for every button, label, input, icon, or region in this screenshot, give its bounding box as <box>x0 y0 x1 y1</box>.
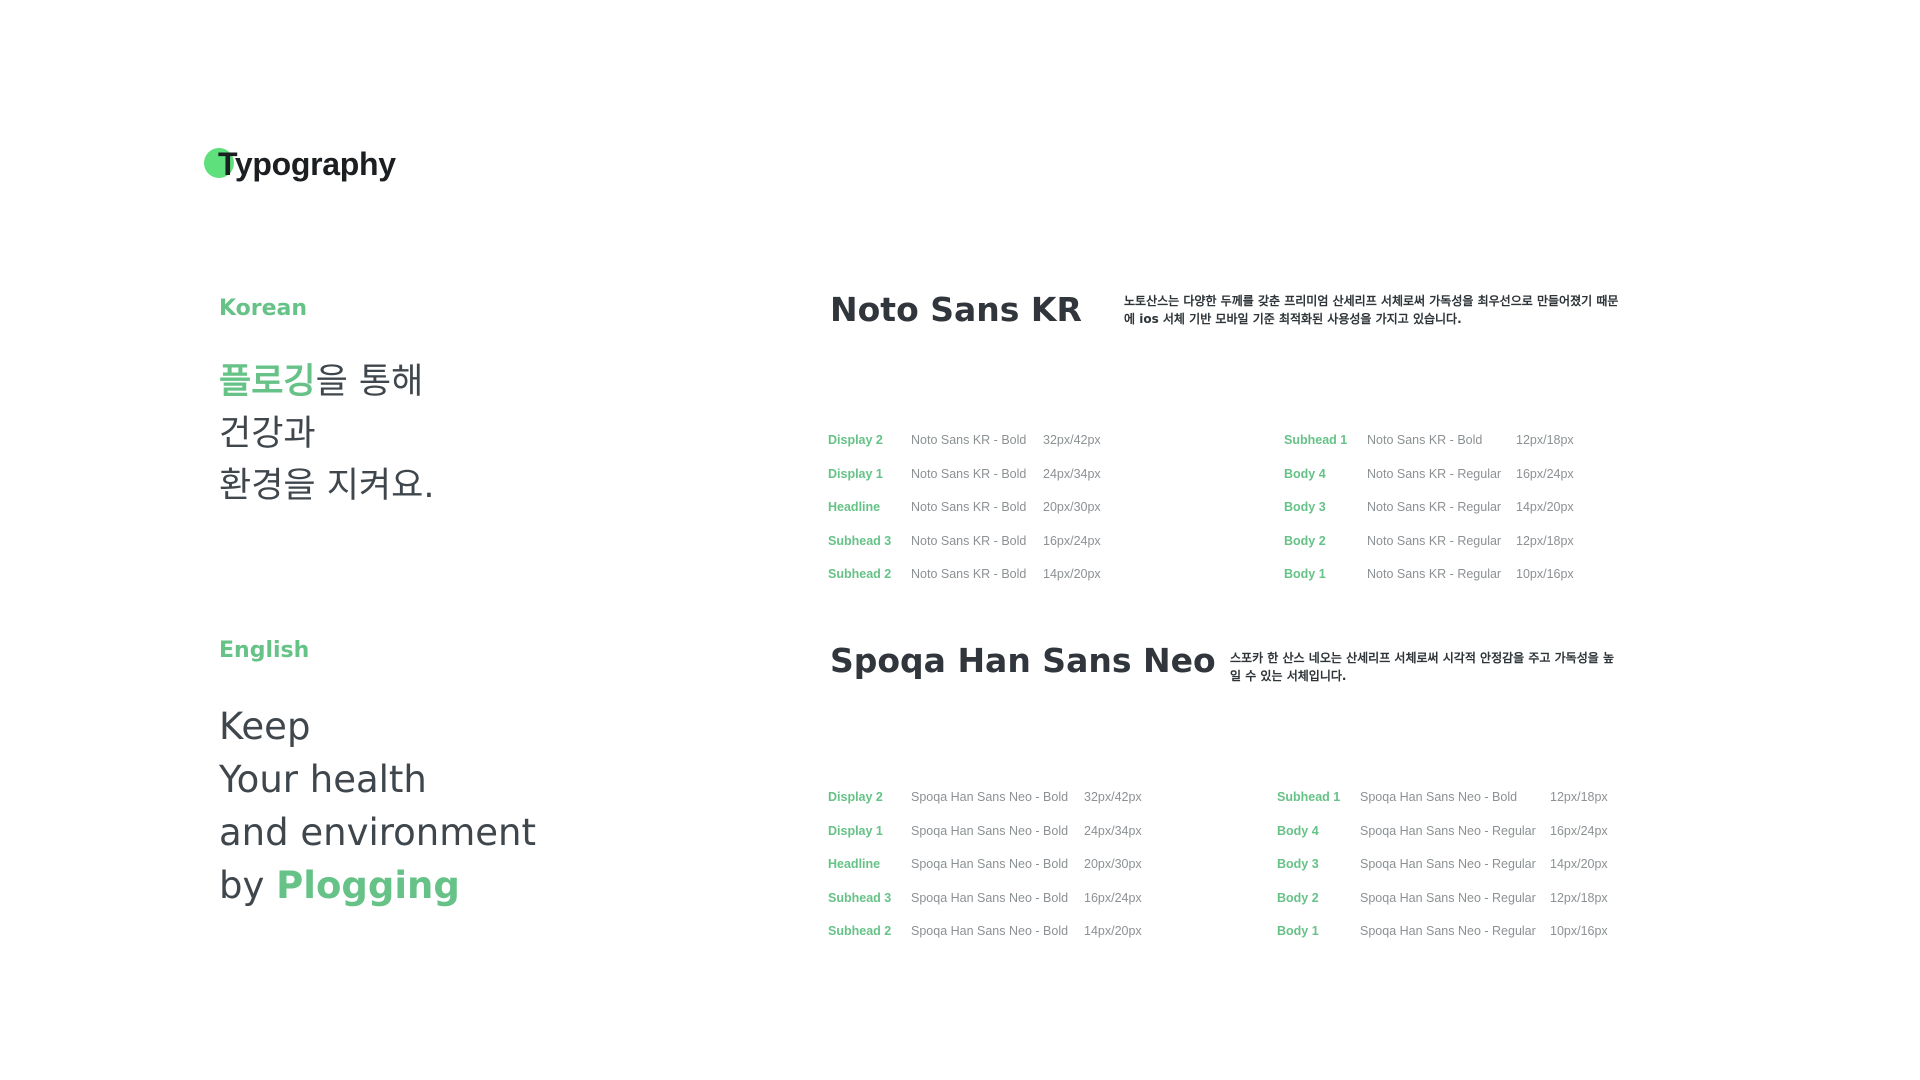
spoqa-description-line-2: 일 수 있는 서체입니다. <box>1230 669 1347 683</box>
korean-sample-text: 플로깅을 통해 건강과 환경을 지켜요. <box>219 356 434 512</box>
spec-size: 14px/20px <box>1550 857 1608 871</box>
korean-sample-line-1: 플로깅을 통해 <box>219 356 434 408</box>
spec-size: 16px/24px <box>1084 890 1142 905</box>
spoqa-spec-table-right: Subhead 1 Spoqa Han Sans Neo - Bold 12px/1… <box>1277 790 1637 950</box>
spoqa-spec-table-left: Display 2 Spoqa Han Sans Neo - Bold 32px/4… <box>828 790 1268 950</box>
spec-font-weight: Spoqa Han Sans Neo - Regular <box>1360 823 1536 838</box>
noto-description-line-2: 에 ios 서체 기반 모바일 기준 최적화된 사용성을 가지고 있습니다. <box>1124 312 1462 326</box>
noto-spec-table-left: Display 2 Noto Sans KR - Bold 32px/42px Dis… <box>828 433 1248 593</box>
spec-style-name: Body 1 <box>1277 924 1319 938</box>
korean-sample-line-2: 건강과 <box>219 414 316 454</box>
noto-spec-table-right: Subhead 1 Noto Sans KR - Bold 12px/18px Bod… <box>1284 433 1624 593</box>
spec-style-name: Subhead 3 <box>828 533 892 548</box>
spec-style-name: Body 4 <box>1284 466 1326 481</box>
spoqa-font-description: 스포카 한 산스 네오는 산세리프 서체로써 시각적 안정감을 주고 가독성을 … <box>1230 649 1630 685</box>
spec-style-name: Body 1 <box>1284 567 1326 581</box>
spec-font-weight: Spoqa Han Sans Neo - Bold <box>911 924 1069 938</box>
spec-font-weight: Noto Sans KR - Bold <box>911 466 1027 481</box>
english-label: English <box>219 638 310 663</box>
spec-size: 12px/18px <box>1516 433 1574 447</box>
spec-font-weight: Spoqa Han Sans Neo - Bold <box>911 857 1069 871</box>
noto-font-description: 노토산스는 다양한 두께를 갖춘 프리미엄 산세리프 서체로써 가독성을 최우선… <box>1124 292 1624 328</box>
spec-font-weight: Noto Sans KR - Bold <box>911 567 1027 581</box>
spec-size: 12px/18px <box>1550 890 1608 905</box>
spec-style-name: Display 1 <box>828 466 883 481</box>
english-sample-line-3: and environment <box>219 811 537 854</box>
spec-style-name: Subhead 2 <box>828 924 892 938</box>
spec-style-name: Subhead 3 <box>828 890 892 905</box>
korean-sample-accent: 플로깅 <box>219 362 316 402</box>
spec-size: 16px/24px <box>1550 823 1608 838</box>
spec-font-weight: Noto Sans KR - Regular <box>1367 466 1502 481</box>
spec-font-weight: Spoqa Han Sans Neo - Regular <box>1360 924 1536 938</box>
spec-size: 20px/30px <box>1084 857 1142 871</box>
english-sample-accent: Plogging <box>276 864 460 907</box>
spec-size: 12px/18px <box>1550 790 1608 804</box>
spec-font-weight: Noto Sans KR - Regular <box>1367 500 1502 514</box>
spec-size: 14px/20px <box>1084 924 1142 938</box>
spec-style-name: Body 2 <box>1277 890 1319 905</box>
spec-size: 10px/16px <box>1550 924 1608 938</box>
spec-size: 14px/20px <box>1516 500 1574 514</box>
spec-size: 32px/42px <box>1084 790 1142 804</box>
spec-font-weight: Noto Sans KR - Bold <box>1367 433 1483 447</box>
noto-font-title: Noto Sans KR <box>830 290 1082 329</box>
spec-style-name: Headline <box>828 857 881 871</box>
spec-size: 24px/34px <box>1043 466 1101 481</box>
spec-font-weight: Spoqa Han Sans Neo - Regular <box>1360 890 1536 905</box>
spec-font-weight: Noto Sans KR - Regular <box>1367 567 1502 581</box>
english-sample-text: Keep Your health and environment by Plog… <box>219 700 536 912</box>
spec-size: 16px/24px <box>1516 466 1574 481</box>
spec-size: 16px/24px <box>1043 533 1101 548</box>
spec-size: 20px/30px <box>1043 500 1101 514</box>
spec-style-name: Subhead 1 <box>1277 790 1341 804</box>
spec-font-weight: Noto Sans KR - Regular <box>1367 533 1502 548</box>
spec-size: 10px/16px <box>1516 567 1574 581</box>
spec-font-weight: Noto Sans KR - Bold <box>911 500 1027 514</box>
english-sample-line-4-prefix: by <box>219 864 277 907</box>
page-title: Typography <box>218 146 396 182</box>
spec-style-name: Display 1 <box>828 823 883 838</box>
spec-font-weight: Noto Sans KR - Bold <box>911 533 1027 548</box>
spoqa-font-title: Spoqa Han Sans Neo <box>830 641 1216 680</box>
spec-style-name: Body 2 <box>1284 533 1326 548</box>
spec-style-name: Body 4 <box>1277 823 1319 838</box>
spec-size: 32px/42px <box>1043 433 1101 447</box>
spec-font-weight: Noto Sans KR - Bold <box>911 433 1027 447</box>
spec-style-name: Subhead 2 <box>828 567 892 581</box>
spec-font-weight: Spoqa Han Sans Neo - Bold <box>911 890 1069 905</box>
korean-sample-line-3: 환경을 지켜요. <box>219 466 435 506</box>
korean-label: Korean <box>219 296 308 321</box>
spec-style-name: Body 3 <box>1277 857 1319 871</box>
spec-style-name: Subhead 1 <box>1284 433 1348 447</box>
spec-font-weight: Spoqa Han Sans Neo - Bold <box>911 823 1069 838</box>
spec-style-name: Display 2 <box>828 790 883 804</box>
spec-size: 12px/18px <box>1516 533 1574 548</box>
korean-sample-line-1-rest: 을 통해 <box>315 362 424 402</box>
spec-font-weight: Spoqa Han Sans Neo - Bold <box>911 790 1069 804</box>
spec-font-weight: Spoqa Han Sans Neo - Bold <box>1360 790 1518 804</box>
spec-size: 14px/20px <box>1043 567 1101 581</box>
spoqa-description-line-1: 스포카 한 산스 네오는 산세리프 서체로써 시각적 안정감을 주고 가독성을 … <box>1230 651 1615 665</box>
spec-size: 24px/34px <box>1084 823 1142 838</box>
english-sample-line-2: Your health <box>219 758 427 801</box>
spec-style-name: Body 3 <box>1284 500 1326 514</box>
spec-font-weight: Spoqa Han Sans Neo - Regular <box>1360 857 1536 871</box>
english-sample-line-1: Keep <box>219 705 311 748</box>
english-sample-line-4: by Plogging <box>219 859 536 912</box>
noto-description-line-1: 노토산스는 다양한 두께를 갖춘 프리미엄 산세리프 서체로써 가독성을 최우선… <box>1124 294 1619 308</box>
spec-style-name: Headline <box>828 500 881 514</box>
spec-style-name: Display 2 <box>828 433 883 447</box>
